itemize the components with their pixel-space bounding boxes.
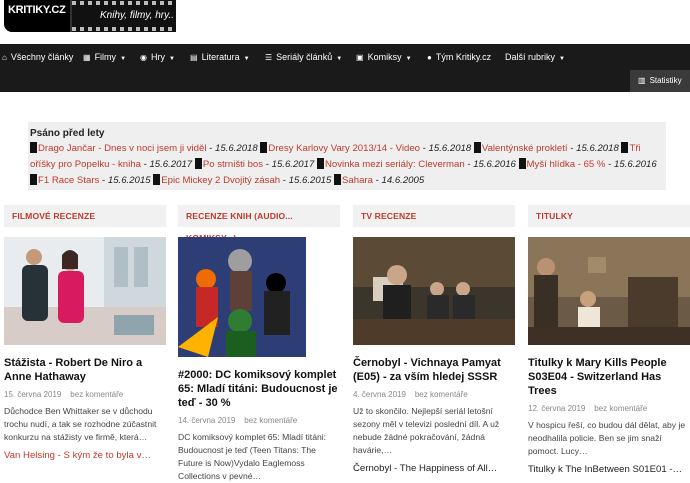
article-meta: 12. června 2019 bez komentáře <box>528 404 648 413</box>
caret-down-icon: ▼ <box>559 56 565 62</box>
home-icon: ⌂ <box>2 53 7 62</box>
column-tv-reviews: TV RECENZE Černobyl - Vichnaya Pamyat (E… <box>353 205 515 474</box>
recent-link[interactable]: Drago Jančar - Dnes v noci jsem ji viděl <box>38 143 207 154</box>
list-icon: ☰ <box>265 53 273 62</box>
next-article: Černobyl - The Happiness of All… <box>353 463 498 474</box>
recent-link[interactable]: Novinka mezi seriály: Cleverman <box>325 159 465 170</box>
article-thumbnail[interactable] <box>353 237 515 345</box>
recent-link[interactable]: Po strništi bos <box>203 159 263 170</box>
nav-item-literatura[interactable]: ▤ Literatura ▼ <box>190 44 250 70</box>
recent-link[interactable]: Dresy Karlovy Vary 2013/14 - Video <box>268 143 420 154</box>
caret-down-icon: ▼ <box>243 56 250 62</box>
image-icon: ▣ <box>356 53 364 62</box>
main-nav: ⌂ Všechny články ▦ Filmy ▼ ◉ Hry ▼ ▤ Literatur… <box>0 44 690 70</box>
nav-item-serialy-clanku[interactable]: ☰ Seriály článků ▼ <box>265 44 342 70</box>
recent-link[interactable]: Myší hlídka - 65 % <box>527 159 606 170</box>
user-icon: ● <box>427 53 432 62</box>
nav-item-dalsi-rubriky[interactable]: Další rubriky ▼ <box>505 44 565 70</box>
recent-list: Drago Jančar - Dnes v noci jsem ji viděl… <box>30 142 657 186</box>
recent-articles-box: Psáno před lety Drago Jančar - Dnes v no… <box>28 122 666 190</box>
column-subtitles: TITULKY Titulky k Mary Kills People S03E… <box>528 205 690 475</box>
article-excerpt: Už to skončilo. Nejlepší seriál letošní … <box>353 406 500 455</box>
recent-title: Psáno před lety <box>30 128 105 139</box>
recent-link[interactable]: Valentýnské prokletí <box>482 143 568 154</box>
article-meta: 14. června 2019 bez komentáře <box>178 416 298 425</box>
article-title[interactable]: Černobyl - Vichnaya Pamyat (E05) - za vš… <box>353 356 515 384</box>
column-header[interactable]: TITULKY <box>528 205 690 227</box>
nav-item-tym[interactable]: ● Tým Kritiky.cz <box>427 44 491 70</box>
bar-chart-icon: ▥ <box>638 76 646 85</box>
nav-item-hry[interactable]: ◉ Hry ▼ <box>140 44 175 70</box>
column-header[interactable]: TV RECENZE <box>353 205 515 227</box>
recent-link[interactable]: Sahara <box>342 175 373 186</box>
article-title[interactable]: Stážista - Robert De Niro a Anne Hathawa… <box>4 356 166 384</box>
gamepad-icon: ◉ <box>140 53 147 62</box>
article-thumbnail[interactable] <box>528 237 690 345</box>
next-article: Titulky k The InBetween S01E01 -… <box>528 464 683 475</box>
article-excerpt: V hospicu řeší, co budou dál dělat, aby … <box>528 420 686 456</box>
article-excerpt: Důchodce Ben Whittaker se v důchodu troc… <box>4 406 157 442</box>
column-header[interactable]: RECENZE KNIH (AUDIO... KOMIKSY...) <box>178 205 340 243</box>
logo-tagline: Knihy, filmy, hry.. <box>100 10 174 21</box>
caret-down-icon: ▼ <box>336 56 343 62</box>
site-logo[interactable]: KRITIKY.CZ Knihy, filmy, hry.. <box>4 0 176 32</box>
recent-link[interactable]: Epic Mickey 2 Dvojitý zásah <box>161 175 280 186</box>
film-icon: ▦ <box>83 53 91 62</box>
caret-down-icon: ▼ <box>120 56 127 62</box>
nav-item-filmy[interactable]: ▦ Filmy ▼ <box>83 44 126 70</box>
nav-item-komiksy[interactable]: ▣ Komiksy ▼ <box>356 44 412 70</box>
book-icon: ▤ <box>190 53 198 62</box>
article-title[interactable]: Titulky k Mary Kills People S03E04 - Swi… <box>528 356 690 398</box>
caret-down-icon: ▼ <box>405 56 412 62</box>
film-strip: Knihy, filmy, hry.. <box>70 0 176 32</box>
article-meta: 4. června 2019 bez komentáře <box>353 390 468 399</box>
logo-brand: KRITIKY.CZ <box>8 4 66 16</box>
next-article: Van Helsing - S kým že to byla v… <box>4 450 151 461</box>
article-meta: 15. června 2019 bez komentáře <box>4 390 124 399</box>
nav-item-vsechny-clanky[interactable]: ⌂ Všechny články <box>2 44 73 70</box>
column-header[interactable]: FILMOVÉ RECENZE <box>4 205 166 227</box>
recent-link[interactable]: F1 Race Stars <box>38 175 99 186</box>
article-excerpt: DC komiksový komplet 65: Mladí titáni: B… <box>178 432 327 481</box>
stats-button[interactable]: ▥ Statistiky <box>630 70 690 92</box>
caret-down-icon: ▼ <box>168 56 175 62</box>
article-thumbnail[interactable] <box>4 237 166 345</box>
article-thumbnail[interactable] <box>178 237 306 357</box>
column-film-reviews: FILMOVÉ RECENZE Stážista - Robert De Nir… <box>4 205 166 461</box>
sub-nav: ▥ Statistiky <box>0 70 690 92</box>
site-header: KRITIKY.CZ Knihy, filmy, hry.. <box>0 0 690 44</box>
article-title[interactable]: #2000: DC komiksový komplet 65: Mladí ti… <box>178 368 340 410</box>
column-book-reviews: RECENZE KNIH (AUDIO... KOMIKSY...) #2000… <box>178 205 340 483</box>
